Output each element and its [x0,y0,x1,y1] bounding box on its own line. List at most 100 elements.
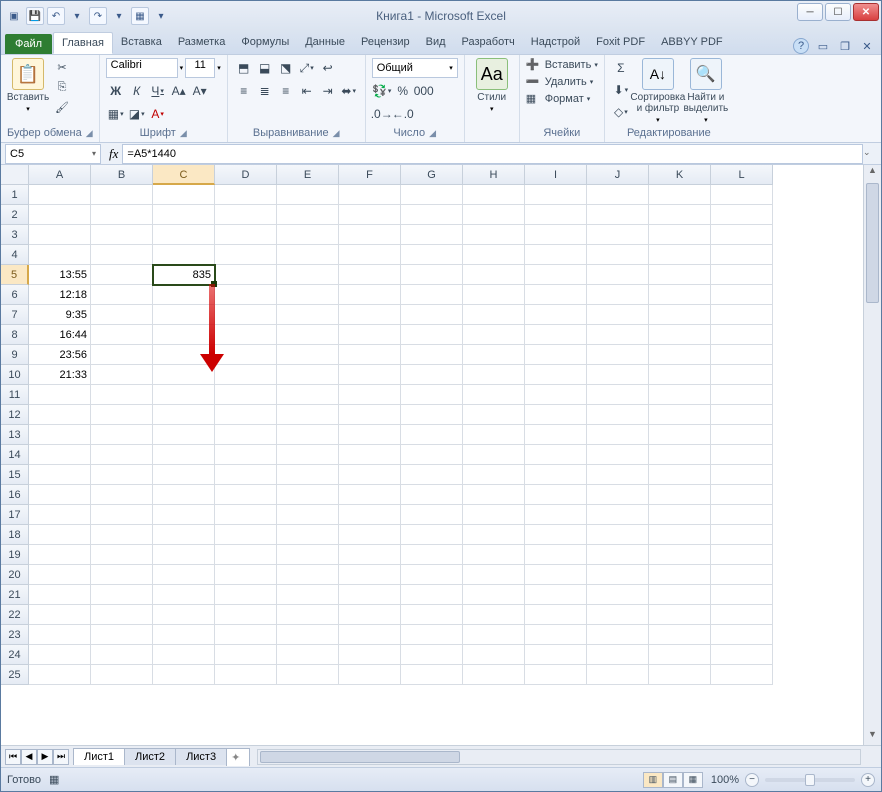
cell-I22[interactable] [525,605,587,625]
cell-B25[interactable] [91,665,153,685]
cell-D17[interactable] [215,505,277,525]
cell-L6[interactable] [711,285,773,305]
cell-I25[interactable] [525,665,587,685]
cell-E8[interactable] [277,325,339,345]
cell-F18[interactable] [339,525,401,545]
cell-L9[interactable] [711,345,773,365]
col-header-D[interactable]: D [215,165,277,185]
cell-L4[interactable] [711,245,773,265]
cell-H6[interactable] [463,285,525,305]
view-normal-icon[interactable]: ▥ [643,772,663,788]
cell-G24[interactable] [401,645,463,665]
cell-D8[interactable] [215,325,277,345]
cell-A15[interactable] [29,465,91,485]
cell-B20[interactable] [91,565,153,585]
cell-K15[interactable] [649,465,711,485]
cell-F22[interactable] [339,605,401,625]
cell-F23[interactable] [339,625,401,645]
cell-E13[interactable] [277,425,339,445]
inc-decimal-icon[interactable]: .0→ [372,104,392,124]
cell-K11[interactable] [649,385,711,405]
cell-C6[interactable] [153,285,215,305]
cell-A25[interactable] [29,665,91,685]
cell-A10[interactable]: 21:33 [29,365,91,385]
cell-B12[interactable] [91,405,153,425]
cell-E25[interactable] [277,665,339,685]
file-tab[interactable]: Файл [5,34,52,54]
namebox-dropdown-icon[interactable]: ▾ [92,149,96,158]
cell-K21[interactable] [649,585,711,605]
styles-button[interactable]: Aa Стили ▾ [471,58,513,113]
cell-B23[interactable] [91,625,153,645]
align-middle-icon[interactable]: ⬓ [255,58,275,78]
row-header-10[interactable]: 10 [1,365,29,385]
cell-G15[interactable] [401,465,463,485]
col-header-F[interactable]: F [339,165,401,185]
accounting-format-icon[interactable]: 💱▾ [372,81,392,101]
cell-K10[interactable] [649,365,711,385]
qat-extra-icon[interactable]: ▦ [131,7,149,25]
cell-D6[interactable] [215,285,277,305]
cell-I14[interactable] [525,445,587,465]
cell-A3[interactable] [29,225,91,245]
zoom-slider[interactable] [765,778,855,782]
cell-F13[interactable] [339,425,401,445]
cell-L20[interactable] [711,565,773,585]
cell-J4[interactable] [587,245,649,265]
insert-cells-button[interactable]: ➕Вставить ▾ [526,58,598,72]
tab-главная[interactable]: Главная [53,32,113,54]
col-header-J[interactable]: J [587,165,649,185]
cell-F17[interactable] [339,505,401,525]
cell-D13[interactable] [215,425,277,445]
cell-H24[interactable] [463,645,525,665]
cell-G14[interactable] [401,445,463,465]
cell-J14[interactable] [587,445,649,465]
cell-G19[interactable] [401,545,463,565]
cell-G1[interactable] [401,185,463,205]
cell-G16[interactable] [401,485,463,505]
cell-K13[interactable] [649,425,711,445]
cell-K1[interactable] [649,185,711,205]
cell-D20[interactable] [215,565,277,585]
cell-F9[interactable] [339,345,401,365]
cell-L5[interactable] [711,265,773,285]
cell-L24[interactable] [711,645,773,665]
cell-B22[interactable] [91,605,153,625]
cell-I1[interactable] [525,185,587,205]
number-format-select[interactable]: Общий▾ [372,58,458,78]
cell-K25[interactable] [649,665,711,685]
cell-I4[interactable] [525,245,587,265]
orient-icon[interactable]: ⤢▾ [297,58,317,78]
row-header-14[interactable]: 14 [1,445,29,465]
cell-F11[interactable] [339,385,401,405]
cell-H2[interactable] [463,205,525,225]
cell-J8[interactable] [587,325,649,345]
cell-G7[interactable] [401,305,463,325]
cell-L1[interactable] [711,185,773,205]
row-header-3[interactable]: 3 [1,225,29,245]
row-header-4[interactable]: 4 [1,245,29,265]
cell-C10[interactable] [153,365,215,385]
cell-B13[interactable] [91,425,153,445]
cell-J17[interactable] [587,505,649,525]
copy-icon[interactable]: ⎘ [53,78,71,96]
cell-H19[interactable] [463,545,525,565]
cell-G13[interactable] [401,425,463,445]
cell-F20[interactable] [339,565,401,585]
cell-K14[interactable] [649,445,711,465]
cell-K4[interactable] [649,245,711,265]
cell-F7[interactable] [339,305,401,325]
cell-D5[interactable] [215,265,277,285]
cell-D18[interactable] [215,525,277,545]
minimize-button[interactable]: ─ [797,3,823,21]
row-header-25[interactable]: 25 [1,665,29,685]
cell-G25[interactable] [401,665,463,685]
cell-L23[interactable] [711,625,773,645]
cell-E9[interactable] [277,345,339,365]
cell-A11[interactable] [29,385,91,405]
cell-K6[interactable] [649,285,711,305]
col-header-E[interactable]: E [277,165,339,185]
font-size-select[interactable]: 11 [185,58,215,78]
cell-L10[interactable] [711,365,773,385]
cell-I13[interactable] [525,425,587,445]
